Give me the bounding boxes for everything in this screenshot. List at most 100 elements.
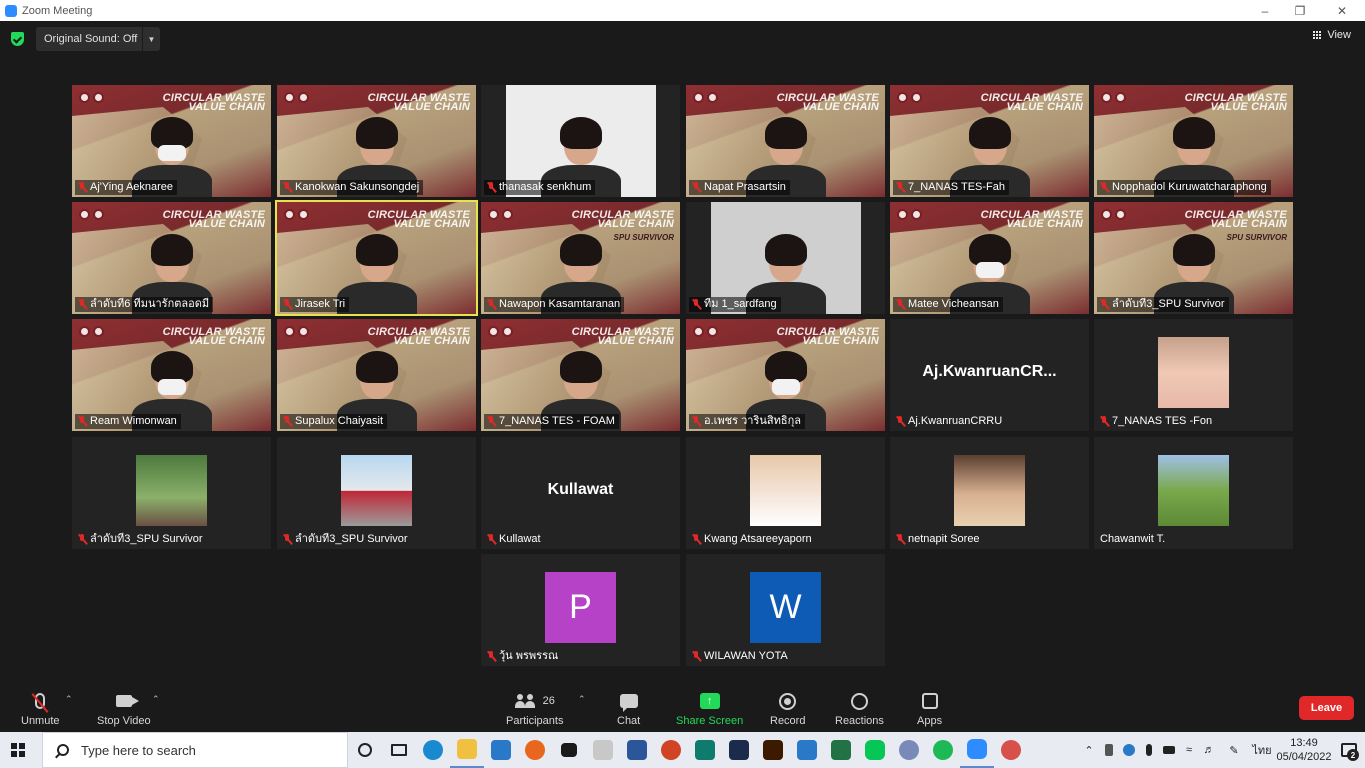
view-button[interactable]: View bbox=[1313, 29, 1351, 41]
close-button[interactable]: ✕ bbox=[1322, 0, 1362, 21]
participant-tile[interactable]: Kullawat Kullawat bbox=[481, 437, 680, 549]
record-button[interactable]: Record bbox=[770, 690, 805, 727]
participant-tile[interactable]: CIRCULAR WASTE VALUE CHAIN Matee Vicheansa… bbox=[890, 202, 1089, 314]
background-banner-text: CIRCULAR WASTE VALUE CHAIN bbox=[1184, 92, 1287, 113]
participant-tile[interactable]: netnapit Soree bbox=[890, 437, 1089, 549]
participant-tile[interactable]: CIRCULAR WASTE VALUE CHAIN Jirasek Tri bbox=[275, 200, 478, 316]
excel-icon[interactable] bbox=[824, 732, 858, 768]
participant-tile[interactable]: thanasak senkhum bbox=[481, 85, 680, 197]
mic-muted-icon bbox=[1100, 299, 1109, 310]
participant-tile[interactable]: CIRCULAR WASTE VALUE CHAIN อ.เพชร วารินสิท… bbox=[686, 319, 885, 431]
participant-tile[interactable]: CIRCULAR WASTE VALUE CHAIN 7_NANAS TES - F… bbox=[481, 319, 680, 431]
logo-icons bbox=[284, 209, 309, 220]
chat-button[interactable]: Chat bbox=[617, 690, 640, 727]
mic-muted-icon bbox=[283, 416, 292, 427]
line-icon[interactable] bbox=[858, 732, 892, 768]
photoshop-icon[interactable] bbox=[722, 732, 756, 768]
participant-tile[interactable]: CIRCULAR WASTE VALUE CHAIN SPU SURVIVOR Naw… bbox=[481, 202, 680, 314]
clock-date: 05/04/2022 bbox=[1276, 751, 1332, 763]
publisher-icon[interactable] bbox=[688, 732, 722, 768]
reactions-button[interactable]: Reactions bbox=[835, 690, 884, 727]
globe-icon[interactable] bbox=[892, 732, 926, 768]
participant-tile[interactable]: CIRCULAR WASTE VALUE CHAIN ลำดับที่6 ทีมนา… bbox=[72, 202, 271, 314]
participant-tile[interactable]: P วุ้น พรพรรณ bbox=[481, 554, 680, 666]
participant-tile[interactable]: CIRCULAR WASTE VALUE CHAIN SPU SURVIVOR ลำด… bbox=[1094, 202, 1293, 314]
participant-tile[interactable]: Kwang Atsareeyaporn bbox=[686, 437, 885, 549]
profile-photo bbox=[341, 455, 412, 526]
participant-name-label: WILAWAN YOTA bbox=[689, 649, 792, 664]
participants-button[interactable]: 26 Participants bbox=[506, 690, 563, 727]
task-view-icon[interactable] bbox=[382, 732, 416, 768]
unmute-button[interactable]: Unmute bbox=[21, 690, 60, 727]
leave-button[interactable]: Leave bbox=[1299, 696, 1354, 720]
participant-name-label: Aj.KwanruanCRRU bbox=[893, 414, 1006, 429]
participant-name: Nopphadol Kuruwatcharaphong bbox=[1112, 181, 1267, 193]
profile-photo bbox=[1158, 455, 1229, 526]
minimize-button[interactable]: – bbox=[1245, 0, 1285, 21]
firefox-icon[interactable] bbox=[518, 732, 552, 768]
restore-button[interactable]: ❐ bbox=[1280, 0, 1320, 21]
participant-tile[interactable]: CIRCULAR WASTE VALUE CHAIN Kanokwan Sakuns… bbox=[277, 85, 476, 197]
logo-icons bbox=[488, 326, 513, 337]
pen-icon[interactable]: ✎ bbox=[1219, 732, 1249, 768]
participant-tile[interactable]: ลำดับที่3_SPU Survivor bbox=[72, 437, 271, 549]
zoom-icon[interactable] bbox=[960, 732, 994, 768]
powerpoint-icon[interactable] bbox=[654, 732, 688, 768]
participant-tile[interactable]: CIRCULAR WASTE VALUE CHAIN Ream Wimonwan bbox=[72, 319, 271, 431]
participant-tile[interactable]: CIRCULAR WASTE VALUE CHAIN Nopphadol Kuruw… bbox=[1094, 85, 1293, 197]
taskbar-search-input[interactable]: Type here to search bbox=[42, 732, 348, 768]
search-icon bbox=[57, 744, 69, 756]
participant-tile[interactable]: ทีม 1_sardfang bbox=[686, 202, 885, 314]
notifications-button[interactable]: 2 bbox=[1333, 732, 1365, 768]
participant-name-label: Nawapon Kasamtaranan bbox=[484, 297, 625, 312]
volume-icon[interactable]: ♬ bbox=[1199, 732, 1219, 768]
encryption-shield-icon[interactable] bbox=[11, 32, 24, 46]
apps-label: Apps bbox=[917, 715, 943, 727]
participant-tile[interactable]: 7_NANAS TES -Fon bbox=[1094, 319, 1293, 431]
battery-icon[interactable] bbox=[1159, 732, 1179, 768]
show-hidden-icons-icon[interactable]: ⌃ bbox=[1079, 732, 1099, 768]
original-sound-label: Original Sound: Off bbox=[44, 33, 138, 45]
apps-button[interactable]: Apps bbox=[917, 690, 942, 727]
start-button[interactable] bbox=[0, 732, 36, 768]
system-tray: ⌃ ≈ ♬ ✎ ไทย 13:49 05/04/2022 2 bbox=[1079, 732, 1365, 768]
participant-tile[interactable]: CIRCULAR WASTE VALUE CHAIN Aj'Ying Aeknare… bbox=[72, 85, 271, 197]
participant-name-label: Aj'Ying Aeknaree bbox=[75, 180, 178, 195]
clock[interactable]: 13:49 05/04/2022 bbox=[1275, 736, 1333, 764]
microphone-icon[interactable] bbox=[1139, 732, 1159, 768]
wifi-icon[interactable]: ≈ bbox=[1179, 732, 1199, 768]
participant-tile[interactable]: CIRCULAR WASTE VALUE CHAIN Napat Prasartsi… bbox=[686, 85, 885, 197]
mic-muted-icon bbox=[692, 534, 701, 545]
participant-tile[interactable]: CIRCULAR WASTE VALUE CHAIN 7_NANAS TES-Fah bbox=[890, 85, 1089, 197]
participant-tile[interactable]: W WILAWAN YOTA bbox=[686, 554, 885, 666]
participant-tile[interactable]: Aj.KwanruanCR... Aj.KwanruanCRRU bbox=[890, 319, 1089, 431]
participants-caret-icon[interactable]: ⌃ bbox=[578, 694, 586, 705]
edge-icon[interactable] bbox=[416, 732, 450, 768]
cloud-icon[interactable] bbox=[1119, 732, 1139, 768]
original-sound-button[interactable]: Original Sound: Off ▼ bbox=[36, 27, 160, 51]
store-icon[interactable] bbox=[790, 732, 824, 768]
file-explorer-icon[interactable] bbox=[450, 732, 484, 768]
device-icon[interactable] bbox=[1099, 732, 1119, 768]
participant-tile[interactable]: Chawanwit T. bbox=[1094, 437, 1293, 549]
video-options-caret-icon[interactable]: ⌃ bbox=[152, 694, 160, 705]
amazon-icon[interactable] bbox=[586, 732, 620, 768]
share-screen-button[interactable]: ↑ Share Screen bbox=[676, 690, 743, 727]
logo-icons bbox=[284, 326, 309, 337]
chevron-down-icon[interactable]: ▼ bbox=[142, 27, 160, 51]
spotify-icon[interactable] bbox=[926, 732, 960, 768]
input-language[interactable]: ไทย bbox=[1249, 741, 1275, 759]
participant-tile[interactable]: CIRCULAR WASTE VALUE CHAIN Supalux Chaiyas… bbox=[277, 319, 476, 431]
audio-options-caret-icon[interactable]: ⌃ bbox=[65, 694, 73, 705]
cortana-icon[interactable] bbox=[348, 732, 382, 768]
stop-video-button[interactable]: Stop Video bbox=[97, 690, 151, 727]
mic-muted-icon bbox=[78, 534, 87, 545]
word-icon[interactable] bbox=[620, 732, 654, 768]
participant-tile[interactable]: ลำดับที่3_SPU Survivor bbox=[277, 437, 476, 549]
snipping-tool-icon[interactable] bbox=[994, 732, 1028, 768]
participant-name-label: ทีม 1_sardfang bbox=[689, 297, 781, 312]
mail-icon[interactable] bbox=[484, 732, 518, 768]
illustrator-icon[interactable] bbox=[756, 732, 790, 768]
dropbox-icon[interactable] bbox=[552, 732, 586, 768]
mic-muted-icon bbox=[487, 182, 496, 193]
